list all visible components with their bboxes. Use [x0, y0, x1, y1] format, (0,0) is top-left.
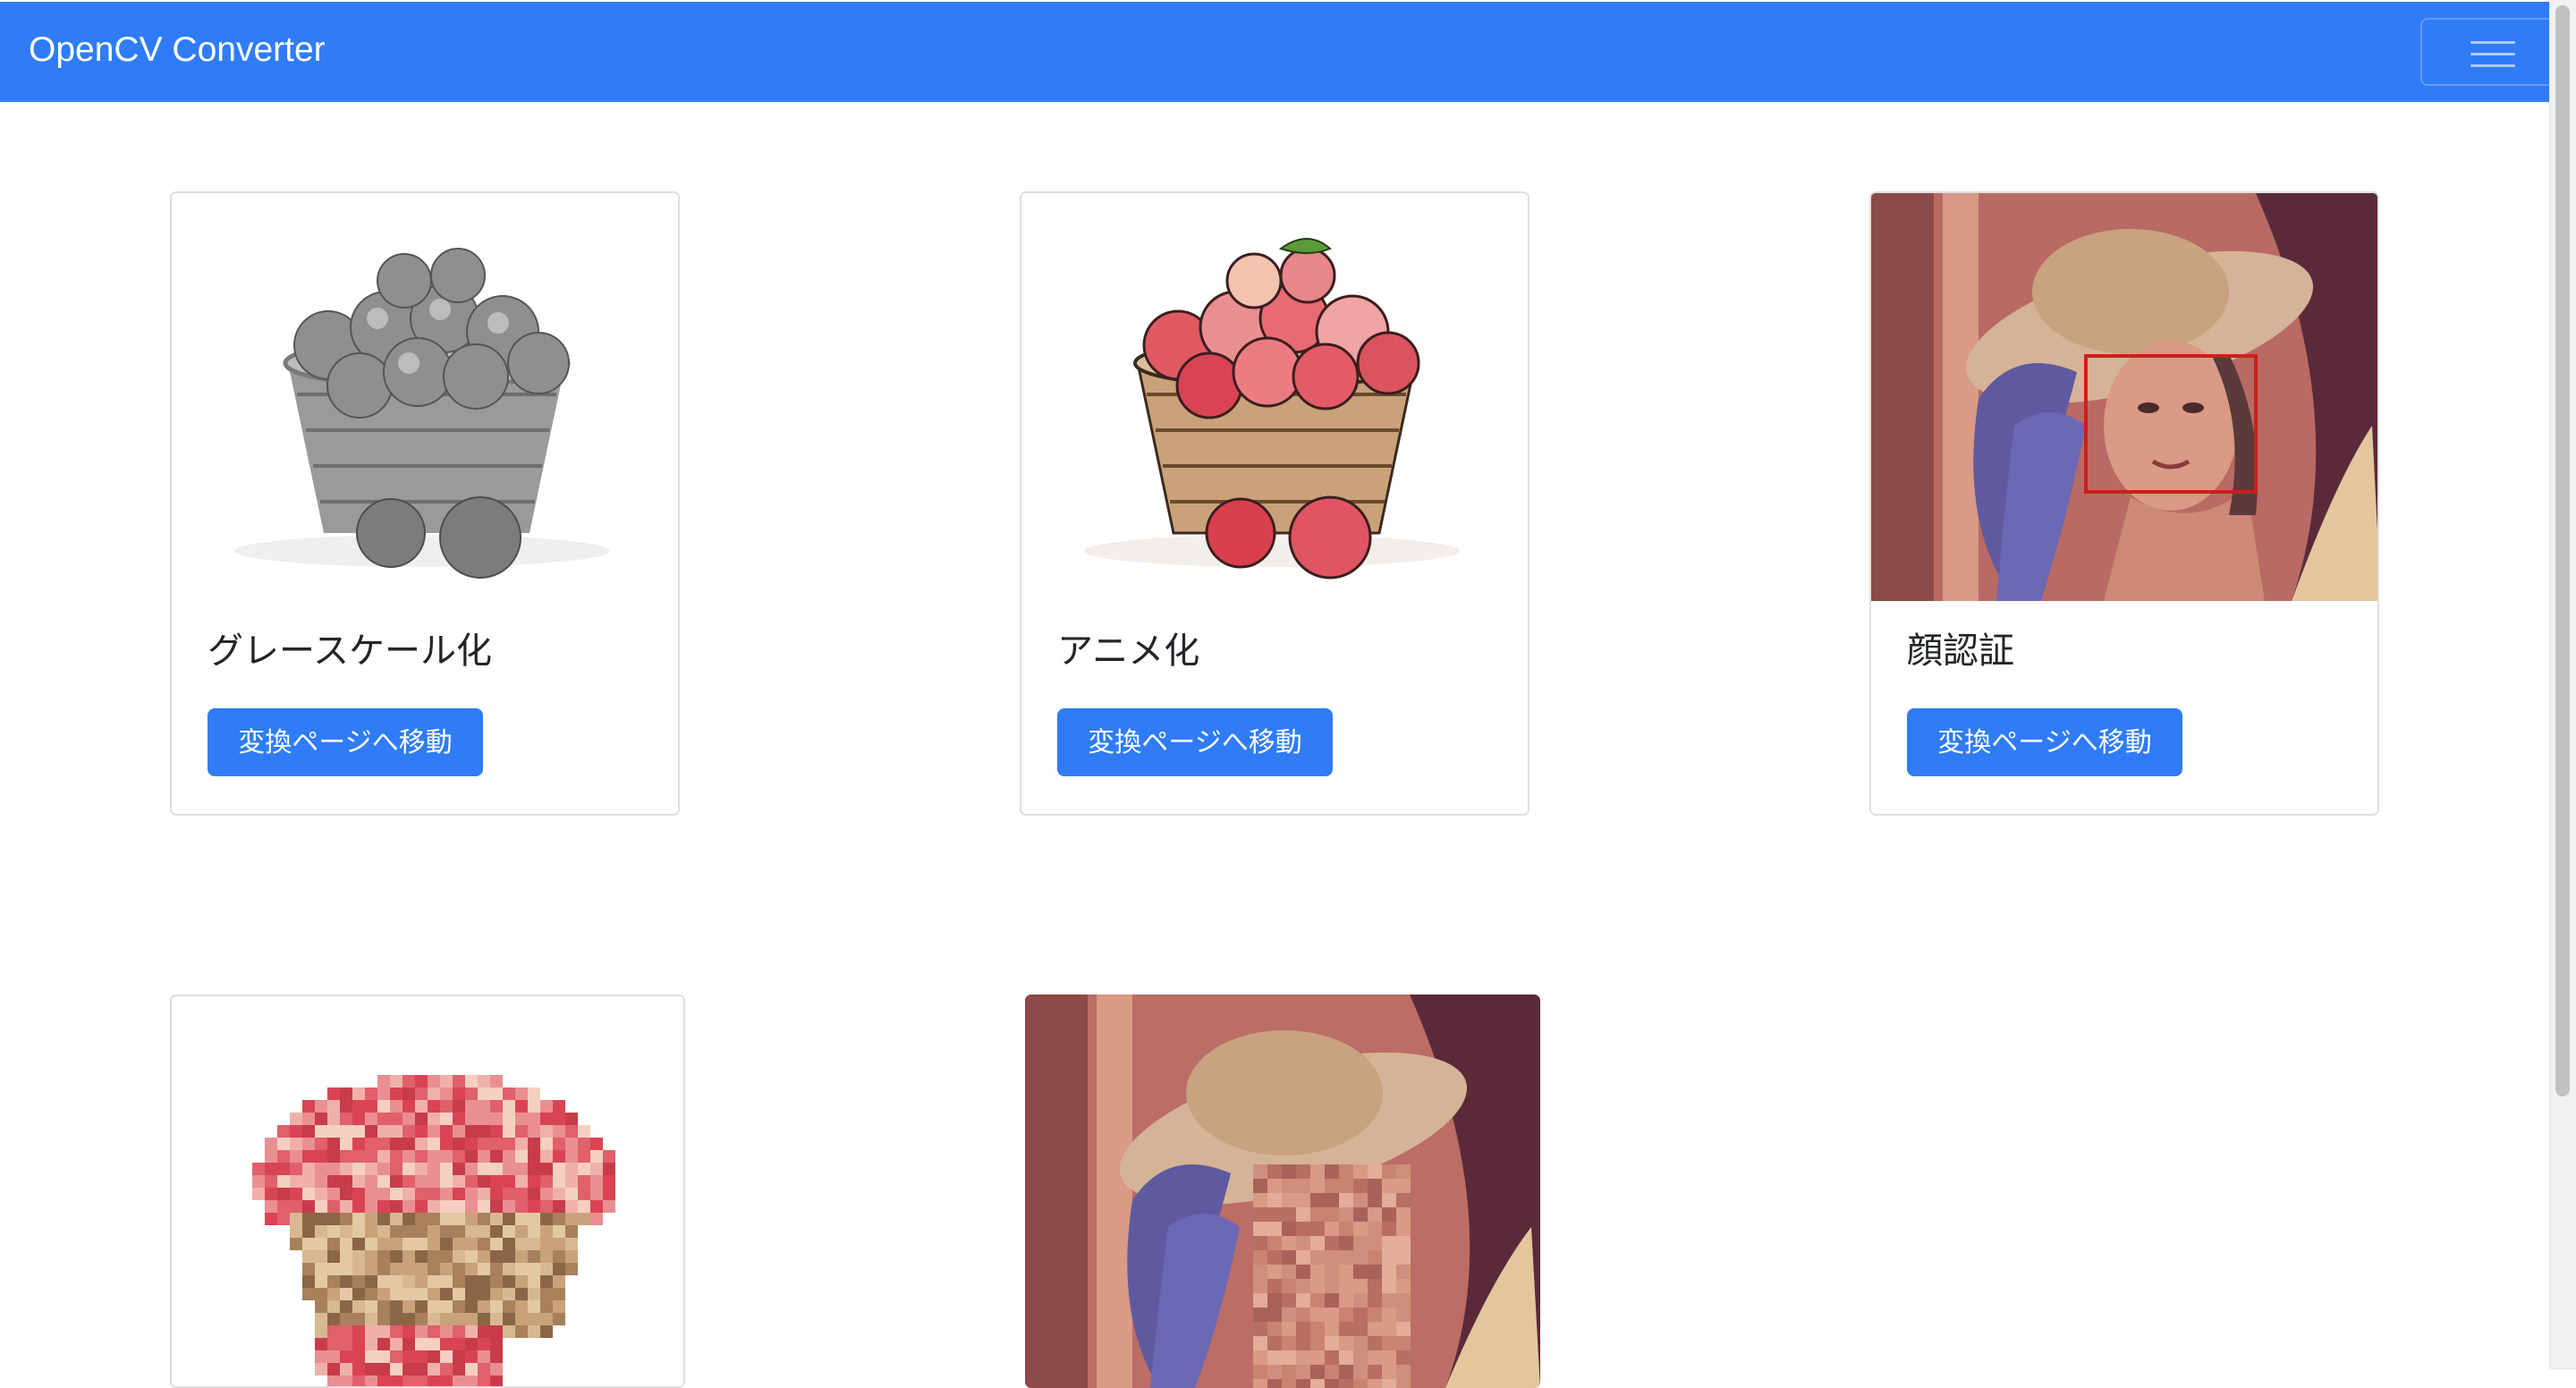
card-mosaic-apples: [170, 994, 685, 1388]
card-mosaic-face: [1025, 994, 1540, 1388]
card-title: 顔認証: [1907, 631, 2014, 672]
top-navbar: OpenCV Converter: [0, 2, 2563, 102]
mosaic-face-portrait-image: [1025, 994, 1540, 1388]
navbar-brand[interactable]: OpenCV Converter: [29, 32, 326, 67]
anime-apple-basket-image: [1021, 193, 1528, 601]
card-anime: アニメ化 変換ページへ移動: [1020, 191, 1530, 816]
goto-convert-button[interactable]: 変換ページへ移動: [1057, 708, 1333, 776]
card-title: グレースケール化: [208, 631, 492, 672]
face-detection-portrait-image: [1871, 193, 2377, 601]
goto-convert-button[interactable]: 変換ページへ移動: [208, 708, 483, 776]
scrollbar-thumb[interactable]: [2555, 5, 2570, 1096]
navbar-toggle-button[interactable]: [2420, 18, 2563, 86]
mosaic-apple-basket-image: [172, 996, 683, 1386]
card-face-detection: 顔認証 変換ページへ移動: [1869, 191, 2379, 816]
card-grayscale: グレースケール化 変換ページへ移動: [170, 191, 680, 816]
grayscale-apple-basket-image: [172, 193, 678, 601]
goto-convert-button[interactable]: 変換ページへ移動: [1907, 708, 2182, 776]
card-title: アニメ化: [1057, 631, 1200, 672]
page-scrollbar[interactable]: [2549, 0, 2576, 1370]
